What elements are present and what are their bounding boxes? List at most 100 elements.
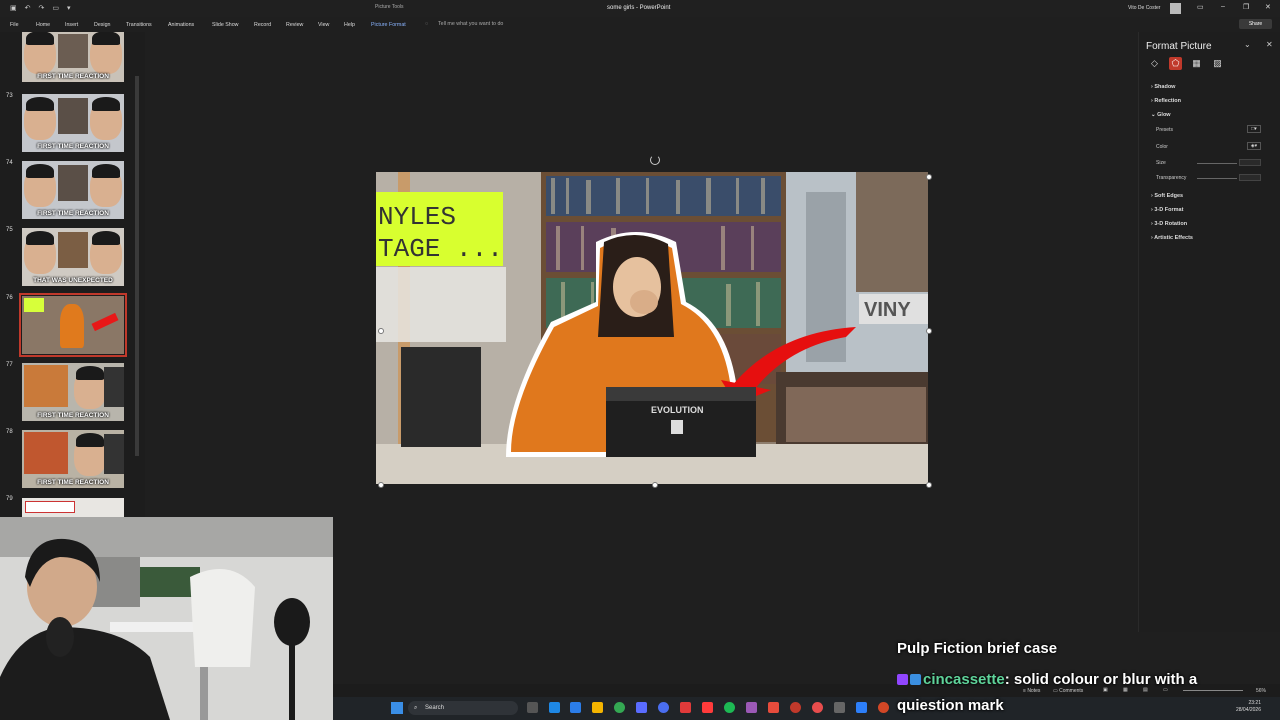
- section-shadow[interactable]: › Shadow: [1151, 84, 1175, 90]
- context-tool-label: Picture Tools: [375, 4, 404, 10]
- app-icon[interactable]: [636, 702, 647, 713]
- picture-icon[interactable]: ▨: [1211, 57, 1224, 70]
- windows-start-icon[interactable]: [391, 702, 403, 714]
- format-picture-pane: Format Picture ⌄ ✕ ◇ ⬠ ▦ ▨ › Shadow › Re…: [1138, 32, 1280, 632]
- document-title: some girls - PowerPoint: [607, 5, 671, 11]
- transparency-input[interactable]: [1239, 174, 1261, 181]
- slide-panel-scrollbar[interactable]: [134, 66, 140, 466]
- tell-me-search[interactable]: Tell me what you want to do: [438, 21, 503, 27]
- section-3d-rotation[interactable]: › 3-D Rotation: [1151, 221, 1187, 227]
- slide-caption: FIRST TIME REACTION: [37, 143, 109, 150]
- section-label: Shadow: [1154, 84, 1176, 90]
- size-properties-icon[interactable]: ▦: [1190, 57, 1203, 70]
- tab-slide-show[interactable]: Slide Show: [212, 22, 239, 28]
- share-button[interactable]: Share: [1239, 19, 1272, 29]
- color-dropdown[interactable]: ◈▾: [1247, 142, 1261, 150]
- avatar[interactable]: [1170, 3, 1181, 14]
- resize-handle-right[interactable]: [926, 328, 932, 334]
- slide-thumbnail[interactable]: FIRST TIME REACTION: [22, 32, 124, 82]
- scrollbar-thumb[interactable]: [135, 76, 139, 456]
- minimize-icon[interactable]: –: [1221, 3, 1225, 10]
- presets-dropdown[interactable]: □▾: [1247, 125, 1261, 133]
- resize-handle-left[interactable]: [378, 328, 384, 334]
- undo-icon[interactable]: ↶: [25, 4, 31, 12]
- section-label: Soft Edges: [1154, 193, 1184, 199]
- section-label: Glow: [1157, 112, 1171, 118]
- edge-icon[interactable]: [549, 702, 560, 713]
- slide-thumbnail[interactable]: FIRST TIME REACTION: [22, 430, 124, 488]
- youtube-icon[interactable]: [702, 702, 713, 713]
- slide-number: 77: [6, 362, 13, 368]
- ribbon-tabs: File Home Insert Design Transitions Anim…: [0, 17, 1280, 32]
- app-icon[interactable]: [658, 702, 669, 713]
- store-sign-text: VINY: [864, 299, 911, 321]
- slide-thumbnail-panel[interactable]: FIRST TIME REACTION 73 FIRST TIME REACTI…: [0, 32, 145, 517]
- app-icon[interactable]: [746, 702, 757, 713]
- app-icon[interactable]: [790, 702, 801, 713]
- slide-thumbnail[interactable]: FIRST TIME REACTION: [22, 94, 124, 152]
- powerpoint-icon[interactable]: [878, 702, 889, 713]
- section-glow[interactable]: ⌄ Glow: [1151, 112, 1171, 118]
- slide-picture[interactable]: VINY NYLES TAGE ... EVOLUTION: [376, 172, 928, 484]
- maximize-icon[interactable]: ❐: [1243, 3, 1249, 11]
- slide-thumbnail[interactable]: FIRST TIME REACTION: [22, 363, 124, 421]
- section-artistic-effects[interactable]: › Artistic Effects: [1151, 235, 1193, 241]
- spotify-icon[interactable]: [724, 702, 735, 713]
- fill-line-icon[interactable]: ◇: [1148, 57, 1161, 70]
- tab-record[interactable]: Record: [254, 22, 271, 28]
- slide-caption: FIRST TIME REACTION: [37, 479, 109, 486]
- acrobat-icon[interactable]: [680, 702, 691, 713]
- slide-thumbnail[interactable]: FIRST TIME REACTION: [22, 161, 124, 219]
- section-soft-edges[interactable]: › Soft Edges: [1151, 193, 1183, 199]
- section-reflection[interactable]: › Reflection: [1151, 98, 1181, 104]
- transparency-label: Transparency: [1156, 175, 1187, 181]
- powerpoint-window: ▣ ↶ ↷ ▭ ▾ Picture Tools some girls - Pow…: [0, 0, 1280, 720]
- resize-handle-top-right[interactable]: [926, 174, 932, 180]
- chat-message: cincassette: solid colour or blur with a…: [897, 667, 1267, 719]
- task-view-icon[interactable]: [527, 702, 538, 713]
- tab-help[interactable]: Help: [344, 22, 355, 28]
- redo-icon[interactable]: ↷: [39, 4, 45, 12]
- chevron-down-icon[interactable]: ⌄: [1244, 40, 1251, 49]
- resize-handle-bottom[interactable]: [652, 482, 658, 488]
- customize-icon[interactable]: ▾: [67, 4, 71, 12]
- size-input[interactable]: [1239, 159, 1261, 166]
- present-icon[interactable]: ▭: [52, 4, 59, 12]
- effects-icon[interactable]: ⬠: [1169, 57, 1182, 70]
- rotate-handle-icon[interactable]: [650, 155, 660, 165]
- title-bar: ▣ ↶ ↷ ▭ ▾ Picture Tools some girls - Pow…: [0, 0, 1280, 17]
- resize-handle-bottom-left[interactable]: [378, 482, 384, 488]
- ribbon-display-icon[interactable]: ▭: [1197, 3, 1204, 11]
- size-slider[interactable]: [1197, 163, 1237, 164]
- slide-thumbnail[interactable]: THAT WAS UNEXPECTED: [22, 228, 124, 286]
- tab-animations[interactable]: Animations: [168, 22, 194, 28]
- chrome-icon[interactable]: [614, 702, 625, 713]
- app-icon[interactable]: [768, 702, 779, 713]
- close-pane-icon[interactable]: ✕: [1266, 40, 1273, 49]
- app-icon[interactable]: [834, 702, 845, 713]
- app-icon[interactable]: [812, 702, 823, 713]
- section-3d-format[interactable]: › 3-D Format: [1151, 207, 1183, 213]
- case-label: EVOLUTION: [651, 405, 704, 415]
- taskbar-search[interactable]: ⌕ Search: [408, 701, 518, 715]
- app-icon[interactable]: [856, 702, 867, 713]
- close-icon[interactable]: ✕: [1265, 3, 1271, 11]
- tab-file[interactable]: File: [10, 22, 19, 28]
- tab-review[interactable]: Review: [286, 22, 303, 28]
- quick-access-toolbar: ▣ ↶ ↷ ▭ ▾: [10, 4, 71, 12]
- tab-picture-format[interactable]: Picture Format: [371, 22, 406, 28]
- slide-thumbnail-selected[interactable]: [19, 293, 127, 357]
- tab-insert[interactable]: Insert: [65, 22, 78, 28]
- app-icon[interactable]: [570, 702, 581, 713]
- tab-view[interactable]: View: [318, 22, 329, 28]
- user-name[interactable]: Vito De Coster: [1128, 5, 1160, 11]
- chat-username: cincassette: [923, 671, 1005, 688]
- tab-design[interactable]: Design: [94, 22, 111, 28]
- tab-transitions[interactable]: Transitions: [126, 22, 152, 28]
- file-explorer-icon[interactable]: [592, 702, 603, 713]
- transparency-slider[interactable]: [1197, 178, 1237, 179]
- resize-handle-bottom-right[interactable]: [926, 482, 932, 488]
- tab-home[interactable]: Home: [36, 22, 50, 28]
- slide-thumbnail[interactable]: [22, 498, 124, 517]
- save-icon[interactable]: ▣: [10, 4, 17, 12]
